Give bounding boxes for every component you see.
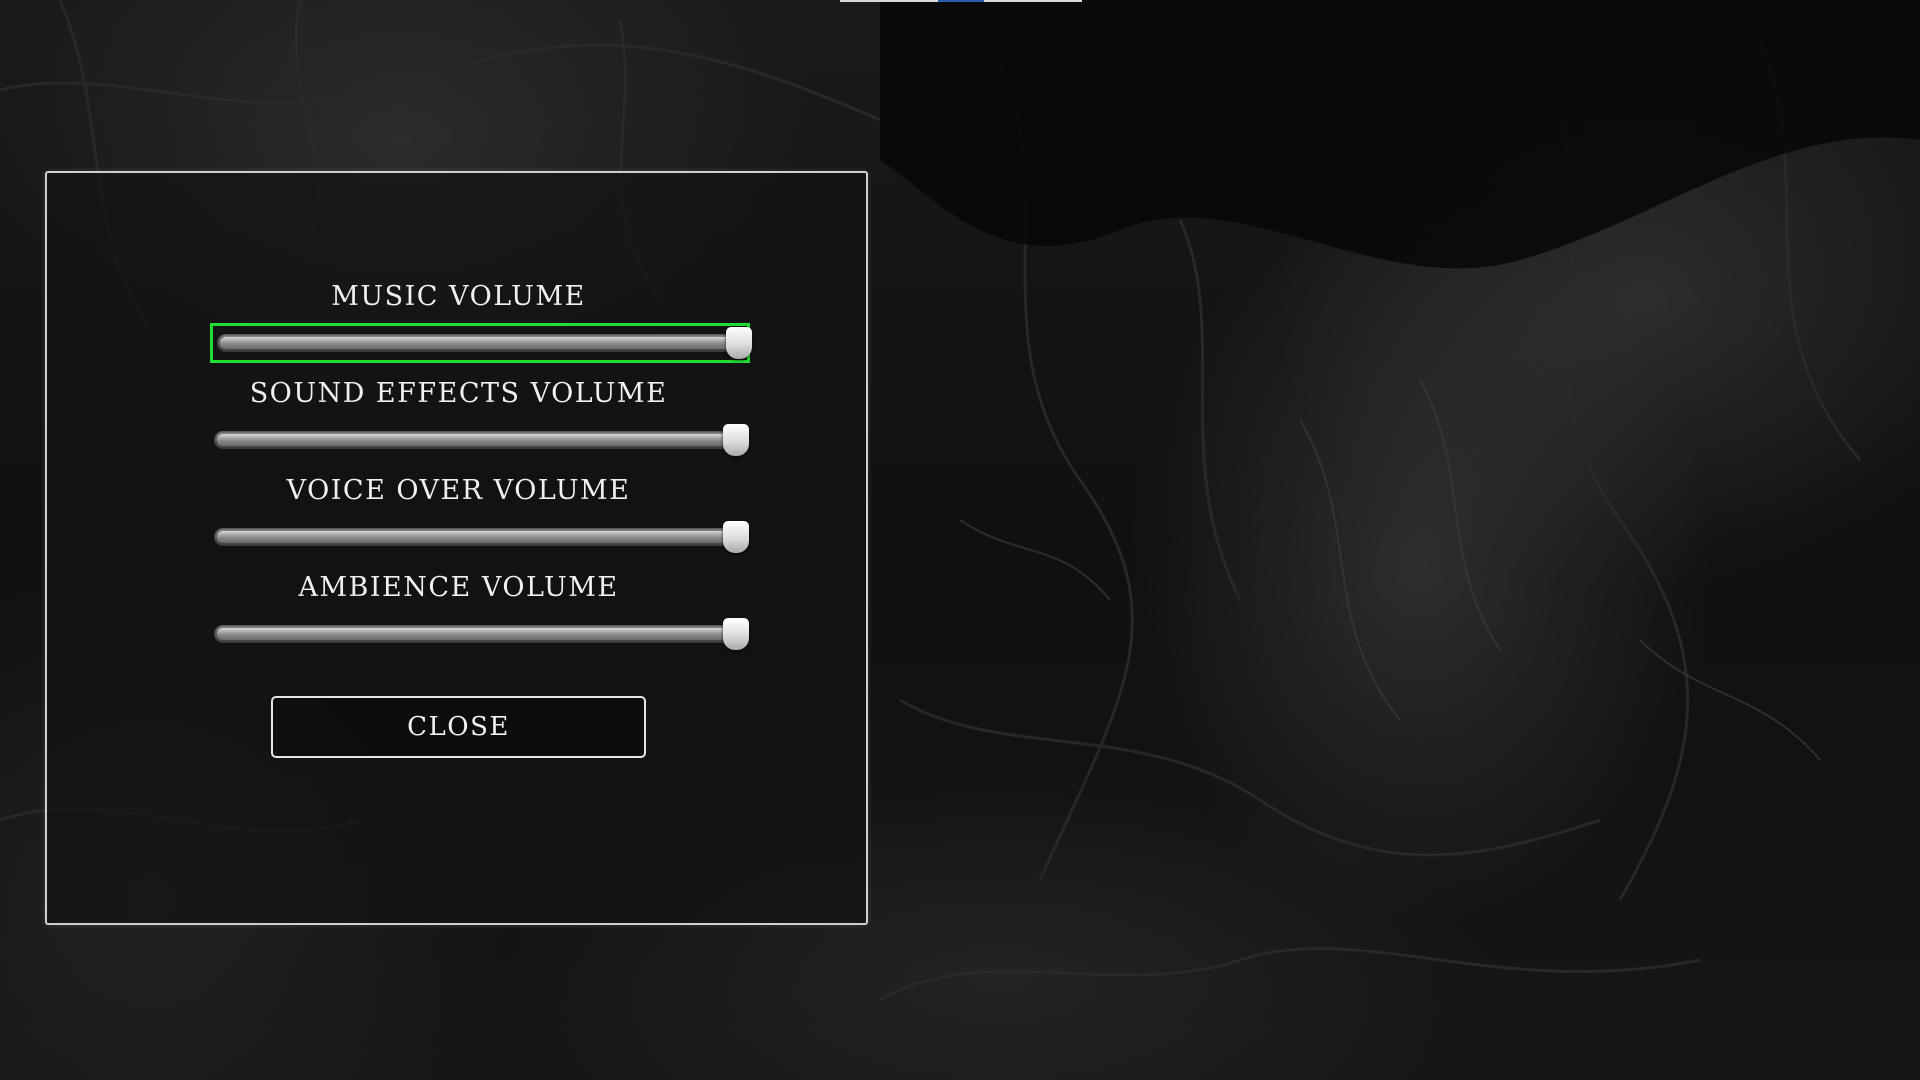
music-volume-label: MUSIC VOLUME (331, 281, 586, 312)
music-volume-slider[interactable] (210, 323, 752, 363)
sound-effects-volume-slider[interactable] (210, 420, 750, 460)
slider-fill (217, 531, 733, 543)
slider-fill (217, 434, 733, 446)
ambience-volume-slider[interactable] (210, 614, 750, 654)
audio-settings-panel: MUSIC VOLUME SOUND EFFECTS VOLUME VOICE … (45, 171, 868, 925)
sound-effects-volume-label: SOUND EFFECTS VOLUME (249, 378, 668, 409)
voice-over-volume-slider[interactable] (210, 517, 750, 557)
slider-track (214, 625, 736, 643)
slider-thumb[interactable] (726, 327, 752, 359)
slider-thumb[interactable] (723, 618, 749, 650)
slider-track (214, 431, 736, 449)
voice-over-volume-label: VOICE OVER VOLUME (286, 475, 631, 506)
close-button[interactable]: CLOSE (271, 696, 646, 758)
slider-fill (217, 628, 733, 640)
slider-thumb[interactable] (723, 424, 749, 456)
slider-track (214, 528, 736, 546)
slider-track (217, 334, 736, 352)
top-indicator-accent (938, 0, 984, 2)
slider-thumb[interactable] (723, 521, 749, 553)
slider-fill (220, 337, 736, 349)
ambience-volume-label: AMBIENCE VOLUME (298, 572, 619, 603)
